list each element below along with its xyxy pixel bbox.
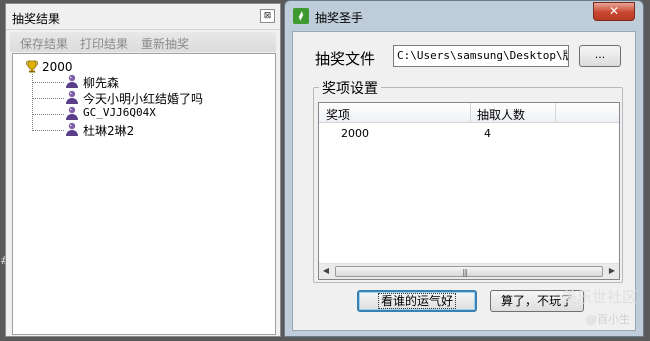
- app-icon: [293, 8, 309, 24]
- horizontal-scrollbar[interactable]: ◀ ||| ▶: [319, 263, 619, 279]
- column-header-prize[interactable]: 奖项: [326, 106, 350, 123]
- row-prize-cell: 2000: [341, 127, 369, 140]
- tree-winner[interactable]: 杜琳2琳2: [83, 122, 134, 139]
- prize-list[interactable]: 奖项 抽取人数 2000 4 ◀ ||| ▶: [318, 102, 620, 280]
- list-header: 奖项 抽取人数: [319, 103, 619, 123]
- row-count-cell: 4: [484, 127, 491, 140]
- desktop: # 抽奖结果 ⊠ 保存结果 打印结果 重新抽奖 2000: [0, 0, 650, 341]
- results-menu-bar: 保存结果 打印结果 重新抽奖: [10, 32, 276, 52]
- person-icon: [66, 90, 78, 104]
- results-tree[interactable]: 2000 柳先森 今天小明小红结婚了吗 GC_VJJ6Q04X 杜琳2琳2: [12, 53, 276, 335]
- person-icon: [66, 106, 78, 120]
- watermark-text: 美乐世社区: [562, 288, 638, 306]
- tree-winner[interactable]: 柳先森: [83, 74, 119, 91]
- draw-button-label: 看谁的运气好: [377, 293, 456, 309]
- tree-winner[interactable]: GC_VJJ6Q04X: [83, 106, 156, 119]
- table-row[interactable]: 2000 4: [319, 125, 619, 143]
- close-icon[interactable]: ⊠: [260, 9, 275, 23]
- tree-connector: [32, 82, 64, 83]
- lottery-title-bar[interactable]: 抽奖圣手 ✕: [285, 1, 643, 31]
- tree-root-prize[interactable]: 2000: [42, 60, 73, 74]
- menu-print-results[interactable]: 打印结果: [80, 35, 128, 52]
- close-icon[interactable]: ✕: [593, 2, 635, 21]
- tree-connector: [32, 114, 64, 115]
- tree-winner[interactable]: 今天小明小红结婚了吗: [83, 90, 203, 107]
- column-header-count[interactable]: 抽取人数: [477, 106, 525, 123]
- trophy-icon: [26, 60, 38, 73]
- scroll-thumb[interactable]: |||: [335, 266, 603, 277]
- column-separator[interactable]: [555, 103, 556, 123]
- column-separator[interactable]: [470, 103, 471, 123]
- tree-connector: [32, 98, 64, 99]
- prize-settings-label: 奖项设置: [319, 78, 381, 98]
- scroll-right-icon[interactable]: ▶: [607, 266, 617, 275]
- menu-redraw[interactable]: 重新抽奖: [141, 35, 189, 52]
- person-icon: [66, 74, 78, 88]
- person-icon: [66, 122, 78, 136]
- file-label: 抽奖文件: [315, 50, 376, 68]
- results-title-bar[interactable]: 抽奖结果 ⊠: [6, 4, 280, 30]
- tree-connector: [32, 130, 64, 131]
- file-path-field[interactable]: C:\Users\samsung\Desktop\版块: [393, 45, 569, 67]
- grip-icon: |||: [462, 268, 468, 277]
- watermark-author: @百小生: [586, 313, 630, 326]
- lottery-window-title: 抽奖圣手: [315, 11, 364, 25]
- results-window-title: 抽奖结果: [12, 12, 61, 26]
- results-window: 抽奖结果 ⊠ 保存结果 打印结果 重新抽奖 2000 柳先森 今天小明小红结婚了…: [5, 3, 281, 337]
- draw-button[interactable]: 看谁的运气好: [357, 290, 477, 312]
- menu-save-results[interactable]: 保存结果: [20, 35, 68, 52]
- scroll-left-icon[interactable]: ◀: [321, 266, 331, 275]
- browse-button[interactable]: ...: [579, 45, 621, 67]
